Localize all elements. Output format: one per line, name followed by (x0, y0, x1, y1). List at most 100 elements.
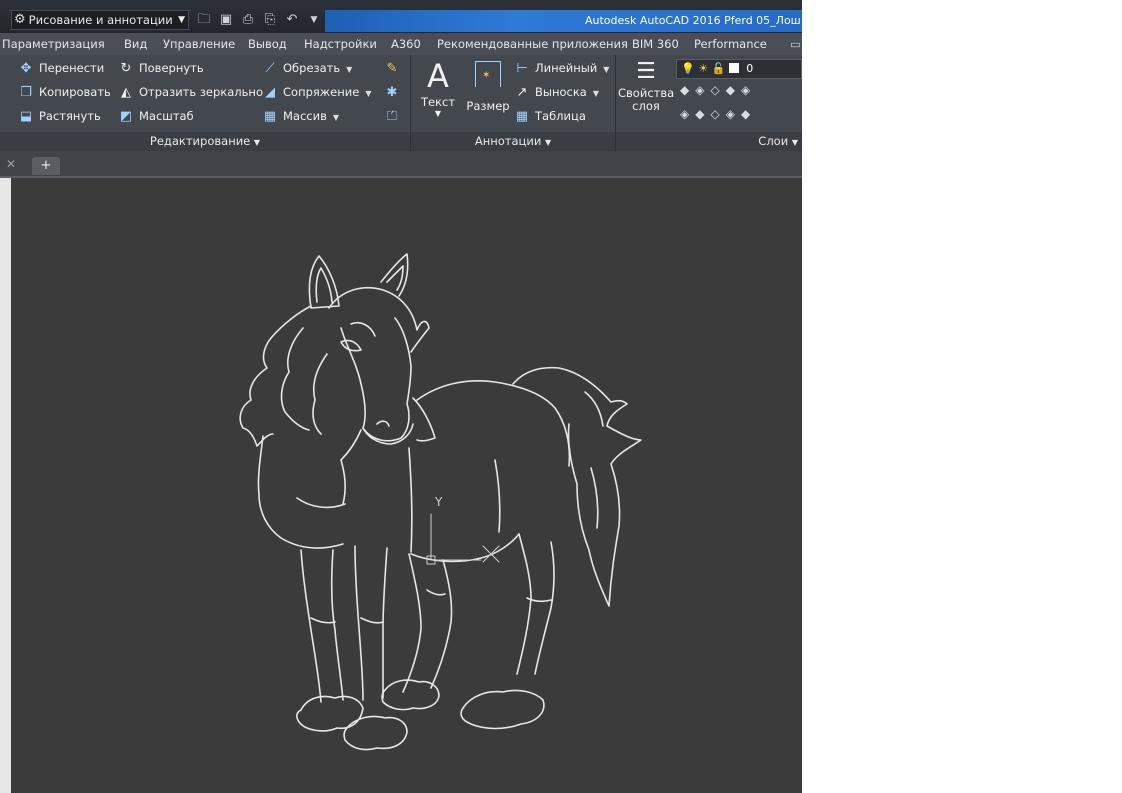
horse-hoof-hind-left (381, 679, 440, 711)
leader-icon: ↗ (516, 85, 528, 100)
horse-leg-hind-left-hock (426, 589, 446, 596)
save-icon[interactable]: ▣ (218, 10, 234, 30)
close-icon[interactable]: ✕ (6, 157, 16, 171)
horse-leg-hind-left-inner (430, 559, 453, 689)
annotation-panel-title[interactable]: Аннотации ▼ (411, 132, 615, 151)
tab-performance[interactable]: Performance (694, 33, 767, 55)
move-icon: ✥ (20, 61, 32, 76)
offset-button[interactable]: ⏍ (384, 105, 405, 127)
linear-dropdown-icon[interactable]: ▼ (603, 65, 609, 74)
text-button[interactable]: A Текст ▼ (418, 57, 458, 129)
dimension-icon: ✶ (475, 61, 501, 87)
stretch-button[interactable]: ⬓ Растянуть (18, 105, 101, 127)
layer-tool-icon[interactable]: ◆ (695, 107, 710, 121)
mirror-label: Отразить зеркально (139, 85, 263, 99)
layer-tool-icon[interactable]: ◈ (726, 107, 741, 121)
document-tabs: ✕ + (0, 151, 802, 178)
ucs-y-label: Y (434, 495, 443, 509)
save-as-icon[interactable]: ⎙ (240, 10, 256, 30)
layer-tool-icon[interactable]: ◆ (680, 83, 695, 97)
trim-icon: ⟋ (265, 61, 275, 76)
layers-panel-title[interactable]: Слои ▼ (616, 132, 802, 151)
tab-output[interactable]: Вывод (248, 33, 287, 55)
explode-button[interactable]: ✱ (384, 81, 405, 103)
copy-label: Копировать (39, 85, 111, 99)
dimension-button[interactable]: ✶ Размер (466, 57, 510, 129)
layers-panel-label: Слои (758, 134, 789, 148)
autocad-window: ⚙ Рисование и аннотации ▼ 🗀 ▣ ⎙ ⎘ ↶ ▼ Au… (0, 0, 802, 793)
horse-drawing: Y (239, 253, 642, 751)
table-button[interactable]: ▦ Таблица (514, 105, 586, 127)
undo-icon[interactable]: ↶ (284, 10, 300, 30)
fillet-dropdown-icon[interactable]: ▼ (365, 89, 371, 98)
horse-mane-right (412, 397, 436, 442)
drawing-area[interactable]: Y (11, 178, 802, 793)
horse-chest-fold (296, 497, 346, 509)
layer-properties-button[interactable]: ☰ Свойства слоя (618, 57, 674, 129)
fillet-label: Сопряжение (283, 85, 360, 99)
horse-leg-front-right (354, 545, 364, 701)
open-file-icon[interactable]: 🗀 (196, 10, 212, 30)
layer-tool-icon[interactable]: ◈ (741, 83, 756, 97)
ribbon: ✥ Перенести ↻ Повернуть ⟋ Обрезать ▼ ✎ ❐ Копи… (0, 55, 802, 151)
array-label: Массив (283, 109, 327, 123)
layer-tool-icon[interactable]: ◆ (726, 83, 741, 97)
layer-tool-icon[interactable]: ◈ (695, 83, 710, 97)
new-tab-button[interactable]: + (32, 157, 60, 175)
layer-tool-icon[interactable]: ◇ (710, 107, 725, 121)
layer-tool-icon[interactable]: ◇ (710, 83, 725, 97)
horse-leg-hind-left (402, 553, 422, 693)
tab-bim360[interactable]: BIM 360 (632, 33, 679, 55)
qat-dropdown-icon[interactable]: ▼ (306, 10, 322, 30)
tab-parametric[interactable]: Параметризация (2, 33, 105, 55)
horse-nostril (376, 420, 390, 427)
rotate-button[interactable]: ↻ Повернуть (118, 57, 204, 79)
horse-hip (494, 459, 501, 533)
trim-label: Обрезать (283, 61, 341, 75)
leader-button[interactable]: ↗ Выноска ▼ (514, 81, 599, 103)
leader-dropdown-icon[interactable]: ▼ (593, 89, 599, 98)
scale-label: Масштаб (139, 109, 194, 123)
linear-dimension-icon: ⊢ (516, 61, 528, 76)
offset-icon: ⏍ (387, 109, 397, 124)
copy-icon: ❐ (20, 85, 32, 100)
tab-manage[interactable]: Управление (163, 33, 235, 55)
text-icon: A (427, 57, 449, 95)
horse-leg-front-left (300, 549, 322, 703)
leader-label: Выноска (535, 85, 587, 99)
modify-panel-label: Редактирование (149, 134, 251, 148)
horse-chest (257, 435, 344, 549)
array-dropdown-icon[interactable]: ▼ (333, 113, 339, 122)
lightbulb-icon: 💡 (681, 62, 695, 75)
move-button[interactable]: ✥ Перенести (18, 57, 105, 79)
plot-icon[interactable]: ⎘ (262, 10, 278, 30)
scale-button[interactable]: ◩ Масштаб (118, 105, 194, 127)
trim-dropdown-icon[interactable]: ▼ (346, 65, 352, 74)
layer-dropdown[interactable]: 💡 ☀ 🔓 0 (676, 59, 802, 79)
horse-eyebrow (350, 321, 376, 337)
horse-tail (512, 366, 642, 607)
scale-icon: ◩ (119, 109, 133, 124)
mirror-icon: ◭ (121, 85, 131, 100)
layer-tool-icon[interactable]: ◈ (680, 107, 695, 121)
table-label: Таблица (535, 109, 586, 123)
explode-icon: ✱ (386, 85, 398, 100)
workspace-switcher[interactable]: ⚙ Рисование и аннотации ▼ (11, 10, 189, 30)
erase-icon: ✎ (386, 61, 398, 76)
horse-mane-strand-2 (312, 353, 328, 435)
tab-view[interactable]: Вид (124, 33, 147, 55)
mirror-button[interactable]: ◭ Отразить зеркально (118, 81, 263, 103)
layer-tool-icon[interactable]: ◆ (741, 107, 756, 121)
linear-label: Линейный (535, 61, 598, 75)
tab-featured-apps[interactable]: Рекомендованные приложения (437, 33, 628, 55)
tab-addins[interactable]: Надстройки (304, 33, 377, 55)
modify-panel-title[interactable]: Редактирование ▼ (0, 132, 410, 151)
ribbon-more-icon[interactable]: ▭ (790, 33, 801, 55)
copy-button[interactable]: ❐ Копировать (18, 81, 111, 103)
fillet-button[interactable]: ◢ Сопряжение ▼ (262, 81, 371, 103)
linear-dimension-button[interactable]: ⊢ Линейный ▼ (514, 57, 609, 79)
array-button[interactable]: ▦ Массив ▼ (262, 105, 339, 127)
tab-a360[interactable]: A360 (391, 33, 421, 55)
trim-button[interactable]: ⟋ Обрезать ▼ (262, 57, 352, 79)
erase-button[interactable]: ✎ (384, 57, 405, 79)
